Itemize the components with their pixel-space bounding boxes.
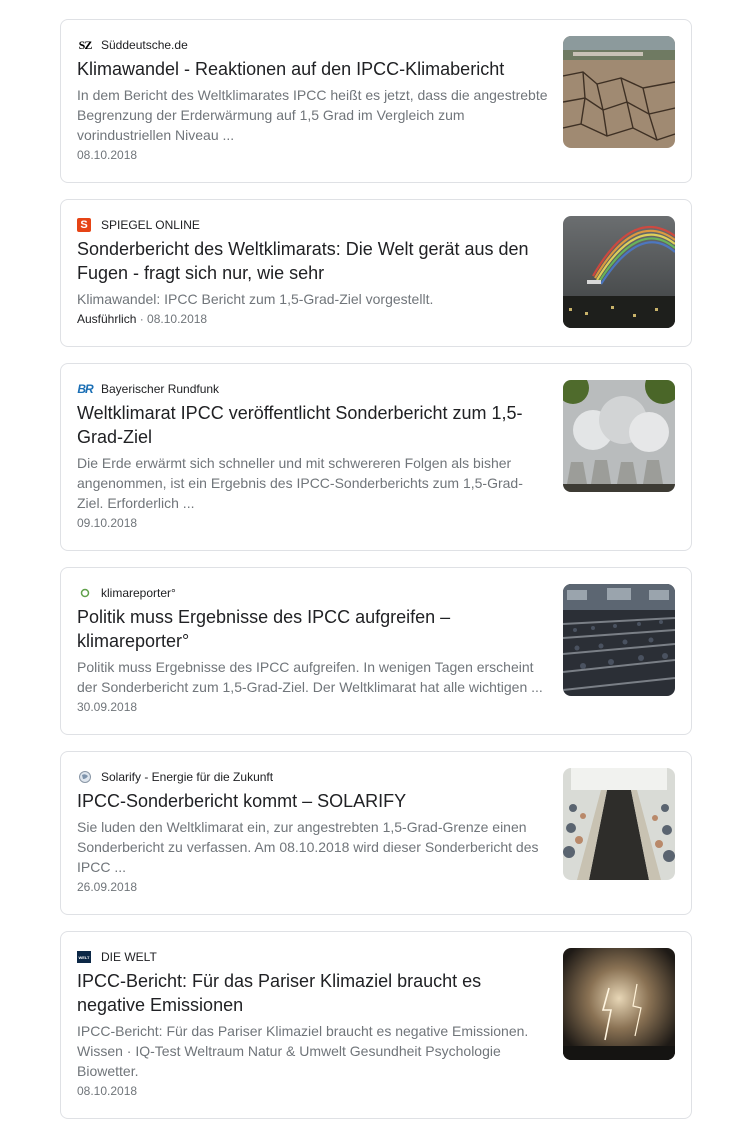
news-extra-label: Ausführlich xyxy=(77,312,137,326)
news-thumbnail[interactable] xyxy=(563,216,675,328)
news-card-text: Solarify - Energie für die Zukunft IPCC-… xyxy=(77,769,549,895)
news-card-solarify[interactable]: Solarify - Energie für die Zukunft IPCC-… xyxy=(60,751,692,915)
br-logo-icon: BR xyxy=(77,381,93,397)
logo-text: WELT xyxy=(78,954,90,960)
news-card-text: klimareporter° Politik muss Ergebnisse d… xyxy=(77,585,549,715)
news-card-text: S SPIEGEL ONLINE Sonderbericht des Weltk… xyxy=(77,217,549,327)
news-meta: 26.09.2018 xyxy=(77,879,549,895)
news-thumbnail[interactable] xyxy=(563,36,675,148)
source-name: Bayerischer Rundfunk xyxy=(101,382,220,396)
news-source: S SPIEGEL ONLINE xyxy=(77,217,549,233)
news-source: BR Bayerischer Rundfunk xyxy=(77,381,549,397)
news-snippet: Politik muss Ergebnisse des IPCC aufgrei… xyxy=(77,659,543,695)
welt-logo-icon: WELT xyxy=(77,951,91,963)
news-headline[interactable]: Sonderbericht des Weltklimarats: Die Wel… xyxy=(77,237,549,285)
news-card-br[interactable]: BR Bayerischer Rundfunk Weltklimarat IPC… xyxy=(60,363,692,551)
news-card-text: WELT DIE WELT IPCC-Bericht: Für das Pari… xyxy=(77,949,549,1099)
news-date: 30.09.2018 xyxy=(77,700,138,714)
news-card-spiegel[interactable]: S SPIEGEL ONLINE Sonderbericht des Weltk… xyxy=(60,199,692,347)
news-source: WELT DIE WELT xyxy=(77,949,549,965)
news-meta: 08.10.2018 xyxy=(77,1083,549,1099)
news-thumbnail[interactable] xyxy=(563,380,675,492)
news-snippet: IPCC-Bericht: Für das Pariser Klimaziel … xyxy=(77,1023,529,1079)
globe-glyph-icon xyxy=(79,771,91,783)
news-source: SZ Süddeutsche.de xyxy=(77,37,549,53)
spiegel-logo-icon: S xyxy=(77,218,91,232)
globe-icon xyxy=(77,769,93,785)
news-date: 26.09.2018 xyxy=(77,880,138,894)
meeting-table-image xyxy=(563,768,675,880)
news-results-list: SZ Süddeutsche.de Klimawandel - Reaktion… xyxy=(0,0,734,1123)
meta-separator: · xyxy=(136,312,148,326)
news-source: Solarify - Energie für die Zukunft xyxy=(77,769,549,785)
news-meta: 30.09.2018 xyxy=(77,699,549,715)
sz-logo-icon: SZ xyxy=(77,37,93,53)
news-meta: Ausführlich · 08.10.2018 xyxy=(77,311,549,327)
logo-text: SZ xyxy=(78,37,93,52)
news-card-sz[interactable]: SZ Süddeutsche.de Klimawandel - Reaktion… xyxy=(60,19,692,183)
cooling-towers-image xyxy=(563,380,675,492)
news-thumbnail[interactable] xyxy=(563,584,675,696)
news-card-text: SZ Süddeutsche.de Klimawandel - Reaktion… xyxy=(77,37,549,163)
source-name: DIE WELT xyxy=(101,950,157,964)
news-headline[interactable]: Klimawandel - Reaktionen auf den IPCC-Kl… xyxy=(77,57,549,81)
news-source: klimareporter° xyxy=(77,585,549,601)
news-headline[interactable]: Weltklimarat IPCC veröffentlicht Sonderb… xyxy=(77,401,549,449)
rainbow-image xyxy=(563,216,675,328)
news-snippet: Klimawandel: IPCC Bericht zum 1,5-Grad-Z… xyxy=(77,291,434,307)
news-date: 08.10.2018 xyxy=(147,312,208,326)
news-card-klimareporter[interactable]: klimareporter° Politik muss Ergebnisse d… xyxy=(60,567,692,735)
news-headline[interactable]: IPCC-Sonderbericht kommt – SOLARIFY xyxy=(77,789,549,813)
news-date: 08.10.2018 xyxy=(77,148,138,162)
news-meta: 08.10.2018 xyxy=(77,147,549,163)
source-name: SPIEGEL ONLINE xyxy=(101,218,200,232)
news-snippet: Sie luden den Weltklimarat ein, zur ange… xyxy=(77,819,539,875)
source-name: Süddeutsche.de xyxy=(101,38,188,52)
news-snippet: Die Erde erwärmt sich schneller und mit … xyxy=(77,455,523,511)
news-card-welt[interactable]: WELT DIE WELT IPCC-Bericht: Für das Pari… xyxy=(60,931,692,1119)
news-headline[interactable]: Politik muss Ergebnisse des IPCC aufgrei… xyxy=(77,605,549,653)
logo-text: BR xyxy=(77,382,93,396)
news-headline[interactable]: IPCC-Bericht: Für das Pariser Klimaziel … xyxy=(77,969,549,1017)
klimareporter-logo-icon xyxy=(77,585,93,601)
cracked-earth-image xyxy=(563,36,675,148)
logo-text: S xyxy=(80,219,88,231)
news-thumbnail[interactable] xyxy=(563,948,675,1060)
source-name: Solarify - Energie für die Zukunft xyxy=(101,770,274,784)
news-date: 09.10.2018 xyxy=(77,516,138,530)
lightning-storm-image xyxy=(563,948,675,1060)
news-thumbnail[interactable] xyxy=(563,768,675,880)
news-meta: 09.10.2018 xyxy=(77,515,549,531)
ring-icon xyxy=(80,588,90,598)
news-card-text: BR Bayerischer Rundfunk Weltklimarat IPC… xyxy=(77,381,549,531)
news-date: 08.10.2018 xyxy=(77,1084,138,1098)
conference-hall-image xyxy=(563,584,675,696)
news-snippet: In dem Bericht des Weltklimarates IPCC h… xyxy=(77,87,548,143)
source-name: klimareporter° xyxy=(101,586,176,600)
